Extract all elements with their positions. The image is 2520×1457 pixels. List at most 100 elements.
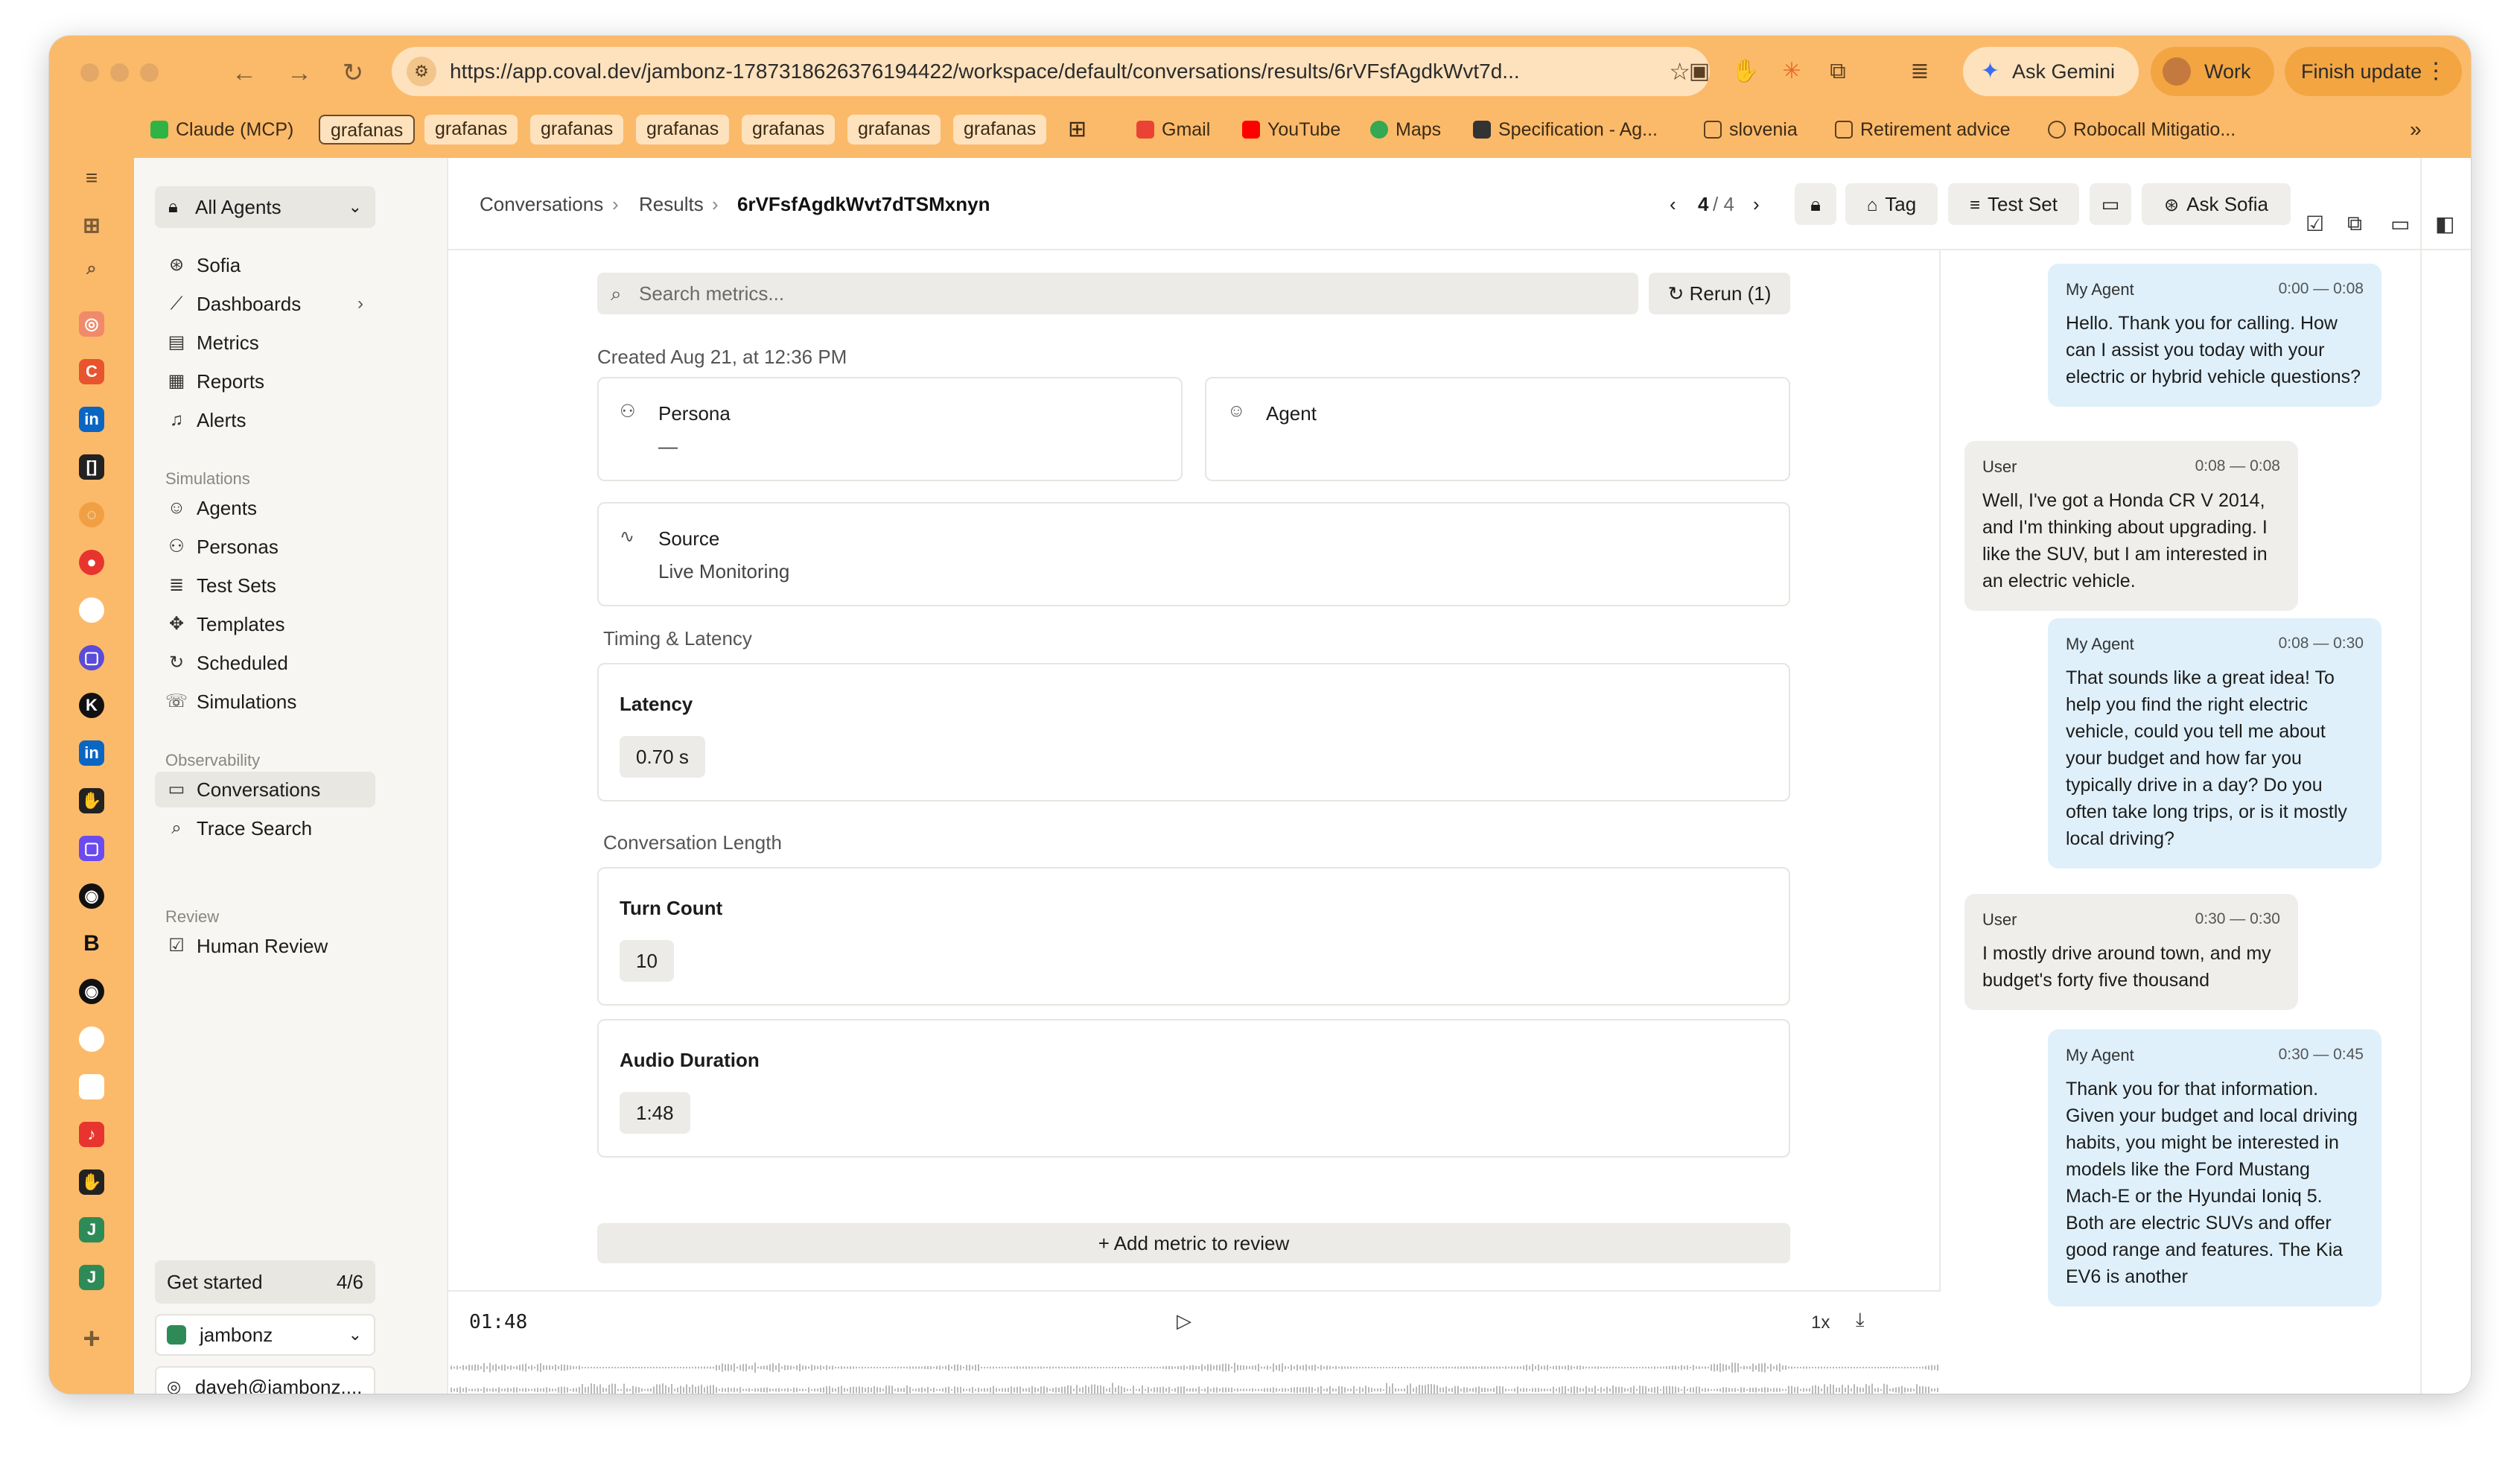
folder-icon [1835, 121, 1853, 139]
linkedin-icon[interactable]: in [79, 407, 104, 432]
tab-favicon-icon[interactable]: [] [79, 454, 104, 480]
sidebar-item-sofia[interactable]: ⊛ Sofia [155, 247, 375, 283]
sidebar-item-alerts[interactable]: ♫ Alerts [155, 402, 375, 438]
forward-icon[interactable]: → [284, 58, 314, 88]
more-menu-icon[interactable]: ⋮ [2425, 47, 2447, 96]
tag-button[interactable]: ⌂ Tag [1845, 183, 1938, 225]
latency-metric-card[interactable]: Latency 0.70 s [597, 663, 1790, 801]
reload-icon[interactable]: ↻ [338, 58, 368, 88]
profile-button[interactable]: Work [2151, 47, 2274, 96]
tab-search-icon[interactable]: ⌕ [79, 256, 104, 282]
workspace-selector[interactable]: jambonz ⌄ [155, 1314, 375, 1356]
get-started-button[interactable]: Get started 4/6 [155, 1260, 375, 1304]
site-info-icon[interactable]: ⚙ [407, 57, 436, 86]
tab-favicon-icon[interactable]: K [79, 693, 104, 718]
sidebar-item-scheduled[interactable]: ↻ Scheduled [155, 645, 375, 681]
bookmark-youtube[interactable]: YouTube [1242, 115, 1340, 145]
sidebar-item-test-sets[interactable]: ≣ Test Sets [155, 568, 375, 603]
bookmark-gmail[interactable]: Gmail [1136, 115, 1210, 145]
extension-icon[interactable]: ✋ [1729, 55, 1762, 88]
more-bookmarks-icon[interactable]: » [2410, 115, 2422, 145]
sidebar-item-personas[interactable]: ⚇ Personas [155, 529, 375, 565]
bookmark-maps[interactable]: Maps [1370, 115, 1441, 145]
close-window-button[interactable] [80, 63, 99, 82]
lock-button[interactable]: 🔒︎ [1795, 183, 1836, 225]
turn-count-metric-card[interactable]: Turn Count 10 [597, 867, 1790, 1006]
download-icon[interactable]: ⤓ [1856, 1308, 1865, 1332]
bookmark-grafanas[interactable]: grafanas [953, 115, 1047, 145]
tab-favicon-icon[interactable] [79, 1026, 104, 1052]
new-tab-icon[interactable]: + [79, 1324, 104, 1353]
clipboard-icon[interactable]: ☑ [2306, 212, 2324, 236]
sidebar-item-simulations[interactable]: ☏ Simulations [155, 684, 375, 720]
tab-favicon-icon[interactable]: ▢ [79, 645, 104, 670]
tab-favicon-icon[interactable]: ▢ [79, 836, 104, 861]
finish-update-button[interactable]: Finish update ⋮ [2285, 47, 2462, 96]
tab-favicon-icon[interactable]: ● [79, 550, 104, 575]
play-icon[interactable]: ▷ [1177, 1310, 1191, 1333]
tab-favicon-icon[interactable]: J [79, 1265, 104, 1290]
bookmark-grafanas[interactable]: grafanas [742, 115, 836, 145]
tab-favicon-icon[interactable] [79, 1074, 104, 1099]
agent-selector[interactable]: 🔒︎ All Agents ⌄ [155, 186, 375, 228]
github-icon[interactable]: ◉ [79, 883, 104, 909]
extension-icon[interactable]: ▣ [1683, 55, 1716, 88]
sidebar-item-templates[interactable]: ✥ Templates [155, 606, 375, 642]
vertical-tabs-icon[interactable]: ≡ [79, 165, 104, 191]
sidebar-item-human-review[interactable]: ☑ Human Review [155, 928, 375, 964]
apps-grid-icon[interactable]: ⊞ [1068, 115, 1086, 145]
bookmark-grafanas[interactable]: grafanas [424, 115, 518, 145]
next-icon[interactable]: › [1753, 183, 1760, 225]
music-icon[interactable]: ♪ [79, 1122, 104, 1147]
tab-favicon-icon[interactable]: ◌ [79, 502, 104, 527]
github-icon[interactable]: ◉ [79, 979, 104, 1004]
claude-extension-icon[interactable]: ✳ [1775, 55, 1808, 88]
address-bar[interactable]: ⚙ https://app.coval.dev/jambonz-17873186… [392, 47, 1710, 96]
sidebar-item-reports[interactable]: ▦ Reports [155, 364, 375, 399]
tab-favicon-icon[interactable]: ◎ [79, 311, 104, 337]
reading-list-icon[interactable]: ≣ [1903, 55, 1936, 88]
persona-card[interactable]: ⚇ Persona — [597, 377, 1183, 481]
bookmark-specification[interactable]: Specification - Ag... [1473, 115, 1658, 145]
sidebar-item-dashboards[interactable]: ⟋ Dashboards › [155, 286, 375, 322]
audio-waveform[interactable] [448, 1359, 1941, 1394]
rerun-button[interactable]: ↻ Rerun (1) [1649, 273, 1790, 314]
zoom-window-button[interactable] [140, 63, 159, 82]
tab-favicon-icon[interactable]: ✋ [79, 788, 104, 813]
bookmark-grafanas[interactable]: grafanas [847, 115, 941, 145]
sidebar-item-metrics[interactable]: ▤ Metrics [155, 325, 375, 361]
tab-favicon-icon[interactable] [79, 597, 104, 623]
previous-icon[interactable]: ‹ [1670, 183, 1676, 225]
comment-icon[interactable]: ▭ [2390, 212, 2410, 236]
copy-icon[interactable]: ⧉ [2347, 212, 2362, 236]
ask-gemini-button[interactable]: ✦ Ask Gemini [1963, 47, 2139, 96]
bookmark-slovenia[interactable]: slovenia [1704, 115, 1798, 145]
tab-favicon-icon[interactable]: J [79, 1217, 104, 1242]
tab-favicon-icon[interactable]: ✋ [79, 1169, 104, 1195]
tab-favicon-icon[interactable]: C [79, 359, 104, 384]
puzzle-icon[interactable]: ⧉ [1821, 55, 1854, 88]
bookmark-grafanas[interactable]: grafanas [530, 115, 624, 145]
back-icon[interactable]: ← [229, 58, 259, 88]
bookmark-grafanas[interactable]: grafanas [319, 115, 416, 145]
playback-speed-button[interactable]: 1x [1811, 1312, 1830, 1333]
bookmark-retirement[interactable]: Retirement advice [1835, 115, 2010, 145]
tab-grid-icon[interactable]: ⊞ [79, 213, 104, 238]
minimize-window-button[interactable] [110, 63, 129, 82]
tab-favicon-icon[interactable]: B [79, 931, 104, 956]
user-menu[interactable]: ◎ daveh@jambonz.... [155, 1366, 375, 1394]
sidebar-item-conversations[interactable]: ▭ Conversations [155, 772, 375, 807]
agent-card[interactable]: ☺ Agent [1205, 377, 1790, 481]
search-metrics-input[interactable]: ⌕ Search metrics... [597, 273, 1638, 314]
breadcrumb-results[interactable]: Results [639, 158, 704, 250]
linkedin-icon[interactable]: in [79, 740, 104, 766]
panel-toggle-icon[interactable]: ◧ [2435, 212, 2454, 236]
add-metric-button[interactable]: + Add metric to review [597, 1223, 1790, 1263]
audio-duration-metric-card[interactable]: Audio Duration 1:48 [597, 1019, 1790, 1158]
sidebar-item-trace-search[interactable]: ⌕ Trace Search [155, 810, 375, 846]
bookmark-claude[interactable]: Claude (MCP) [150, 115, 293, 145]
bookmark-robocall[interactable]: Robocall Mitigatio... [2048, 115, 2236, 145]
breadcrumb-conversations[interactable]: Conversations [480, 158, 603, 250]
bookmark-grafanas[interactable]: grafanas [636, 115, 730, 145]
sidebar-item-agents[interactable]: ☺ Agents [155, 490, 375, 526]
